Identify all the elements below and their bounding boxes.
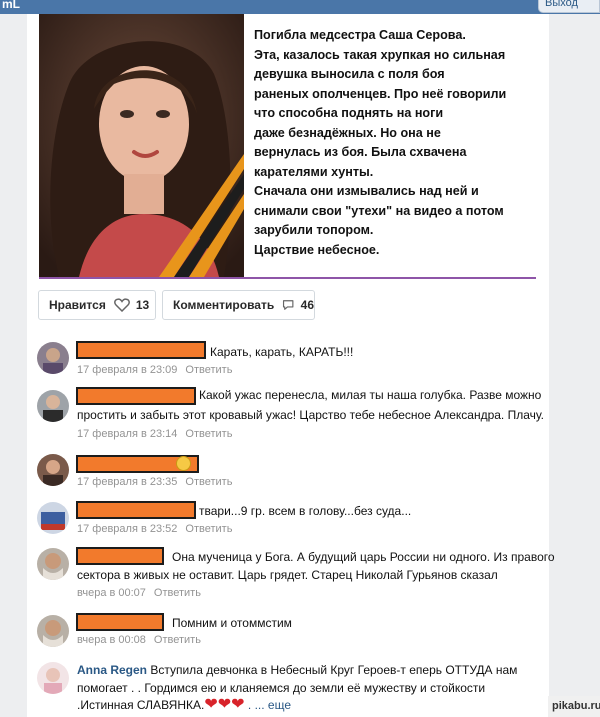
comment-date[interactable]: 17 февраля в 23:35 <box>77 476 177 488</box>
watermark: pikabu.ru <box>548 696 600 717</box>
comment-author[interactable]: Anna Regen <box>77 663 147 677</box>
reply-link[interactable]: Ответить <box>185 523 232 535</box>
redacted-username <box>76 547 164 565</box>
comment-text-line: Какой ужас перенесла, милая ты наша голу… <box>199 388 542 402</box>
avatar[interactable] <box>37 390 69 422</box>
comment-item: Помним и отоммстим вчера в 00:08 Ответить <box>27 613 549 653</box>
reply-link[interactable]: Ответить <box>154 634 201 646</box>
comment-meta: 17 февраля в 23:09 Ответить <box>77 364 232 376</box>
left-background <box>0 14 27 717</box>
avatar[interactable] <box>37 342 69 374</box>
redacted-username <box>76 341 206 359</box>
like-button[interactable]: Нравится 13 <box>38 290 156 320</box>
comment-text-part: .Истинная СЛАВЯНКА. <box>77 698 205 712</box>
comment-date[interactable]: 17 февраля в 23:52 <box>77 523 177 535</box>
heart-icon <box>113 298 130 312</box>
caption-line: вернулась из боя. Была схвачена <box>254 145 467 159</box>
comment-text: Карать, карать, КАРАТЬ!!! <box>210 345 354 359</box>
comment-meta: 17 февраля в 23:14 Ответить <box>77 428 232 440</box>
comment-text: твари...9 гр. всем в голову...без суда..… <box>199 504 412 518</box>
avatar[interactable] <box>37 548 69 580</box>
top-navigation-bar: mL Выход <box>0 0 600 14</box>
caption-line: Погибла медсестра Саша Серова. <box>254 28 466 42</box>
avatar[interactable] <box>37 502 69 534</box>
comment-meta: вчера в 00:08 Ответить <box>77 634 201 646</box>
site-logo: mL <box>2 0 20 11</box>
caption-line: девушка выносила с поля боя <box>254 67 445 81</box>
avatar[interactable] <box>37 454 69 486</box>
comment-date[interactable]: 17 февраля в 23:09 <box>77 364 177 376</box>
reply-link[interactable]: Ответить <box>185 476 232 488</box>
speech-bubble-icon <box>283 300 294 310</box>
caption-line: карателями хунты. <box>254 164 374 179</box>
comment-text-line: простить и забыть этот кровавый ужас! Ца… <box>77 408 545 422</box>
caption-line: зарубили топором. <box>254 223 374 237</box>
comment-item: Она мученица у Бога. А будущий царь Росс… <box>27 546 555 602</box>
comment-date[interactable]: вчера в 00:08 <box>77 634 146 646</box>
redacted-username <box>76 387 196 405</box>
comment-item: Anna Regen Вступила девчонка в Небесный … <box>27 660 549 717</box>
comment-item: Какой ужас перенесла, милая ты наша голу… <box>27 384 549 444</box>
caption-line: даже безнадёжных. Но она не <box>254 125 441 140</box>
reply-link[interactable]: Ответить <box>185 428 232 440</box>
comment-item: твари...9 гр. всем в голову...без суда..… <box>27 500 549 540</box>
comment-button[interactable]: Комментировать 46 <box>162 290 315 320</box>
comment-text-part: Вступила девчонка в Небесный Круг Героев… <box>147 663 518 677</box>
caption-line: Сначала они измывались над ней и <box>254 184 479 198</box>
hearts-emoji-icon: ❤❤❤ <box>204 696 245 713</box>
like-count: 13 <box>135 298 150 312</box>
comment-item: 17 февраля в 23:35 Ответить <box>27 452 549 492</box>
caption-line: Царствие небесное. <box>254 242 380 257</box>
caption-line: раненых ополченцев. Про неё говорили <box>254 86 507 101</box>
sad-emoji-icon <box>176 456 191 471</box>
caption-line: снимали свои "утехи" на видео а потом <box>254 203 504 218</box>
comment-text-line: Anna Regen Вступила девчонка в Небесный … <box>77 660 517 680</box>
reply-link[interactable]: Ответить <box>185 364 232 376</box>
comment-label: Комментировать <box>173 298 275 312</box>
comment-item: Карать, карать, КАРАТЬ!!! 17 февраля в 2… <box>27 340 549 380</box>
post-caption: Погибла медсестра Саша Серова. Эта, каза… <box>254 26 534 260</box>
comment-date[interactable]: 17 февраля в 23:14 <box>77 428 177 440</box>
redacted-username <box>76 613 164 631</box>
comment-text-line: .Истинная СЛАВЯНКА.❤❤❤ . ... еще <box>77 695 291 715</box>
comment-text-line: сектора в живых не оставит. Царь грядет.… <box>77 568 498 582</box>
comment-text-line: Она мученица у Бога. А будущий царь Росс… <box>172 550 555 564</box>
right-background <box>549 14 600 717</box>
logout-button[interactable]: Выход <box>538 0 600 13</box>
redacted-username <box>76 501 196 519</box>
avatar[interactable] <box>37 615 69 647</box>
comment-meta: 17 февраля в 23:52 Ответить <box>77 523 232 535</box>
caption-line: что способна поднять на ноги <box>254 106 444 120</box>
show-more-link[interactable]: . ... еще <box>245 698 291 712</box>
woman-portrait-photo <box>39 14 244 277</box>
comment-text: Помним и отоммстим <box>172 616 292 630</box>
like-label: Нравится <box>49 298 106 312</box>
avatar[interactable] <box>37 662 69 694</box>
comment-count: 46 <box>300 298 314 312</box>
post-image[interactable]: Погибла медсестра Саша Серова. Эта, каза… <box>39 14 536 277</box>
comment-date[interactable]: вчера в 00:07 <box>77 587 146 599</box>
image-bottom-divider <box>39 277 536 279</box>
comment-meta: 17 февраля в 23:35 Ответить <box>77 476 232 488</box>
reply-link[interactable]: Ответить <box>154 587 201 599</box>
comment-meta: вчера в 00:07 Ответить <box>77 587 201 599</box>
caption-line: Эта, казалось такая хрупкая но сильная <box>254 47 506 62</box>
